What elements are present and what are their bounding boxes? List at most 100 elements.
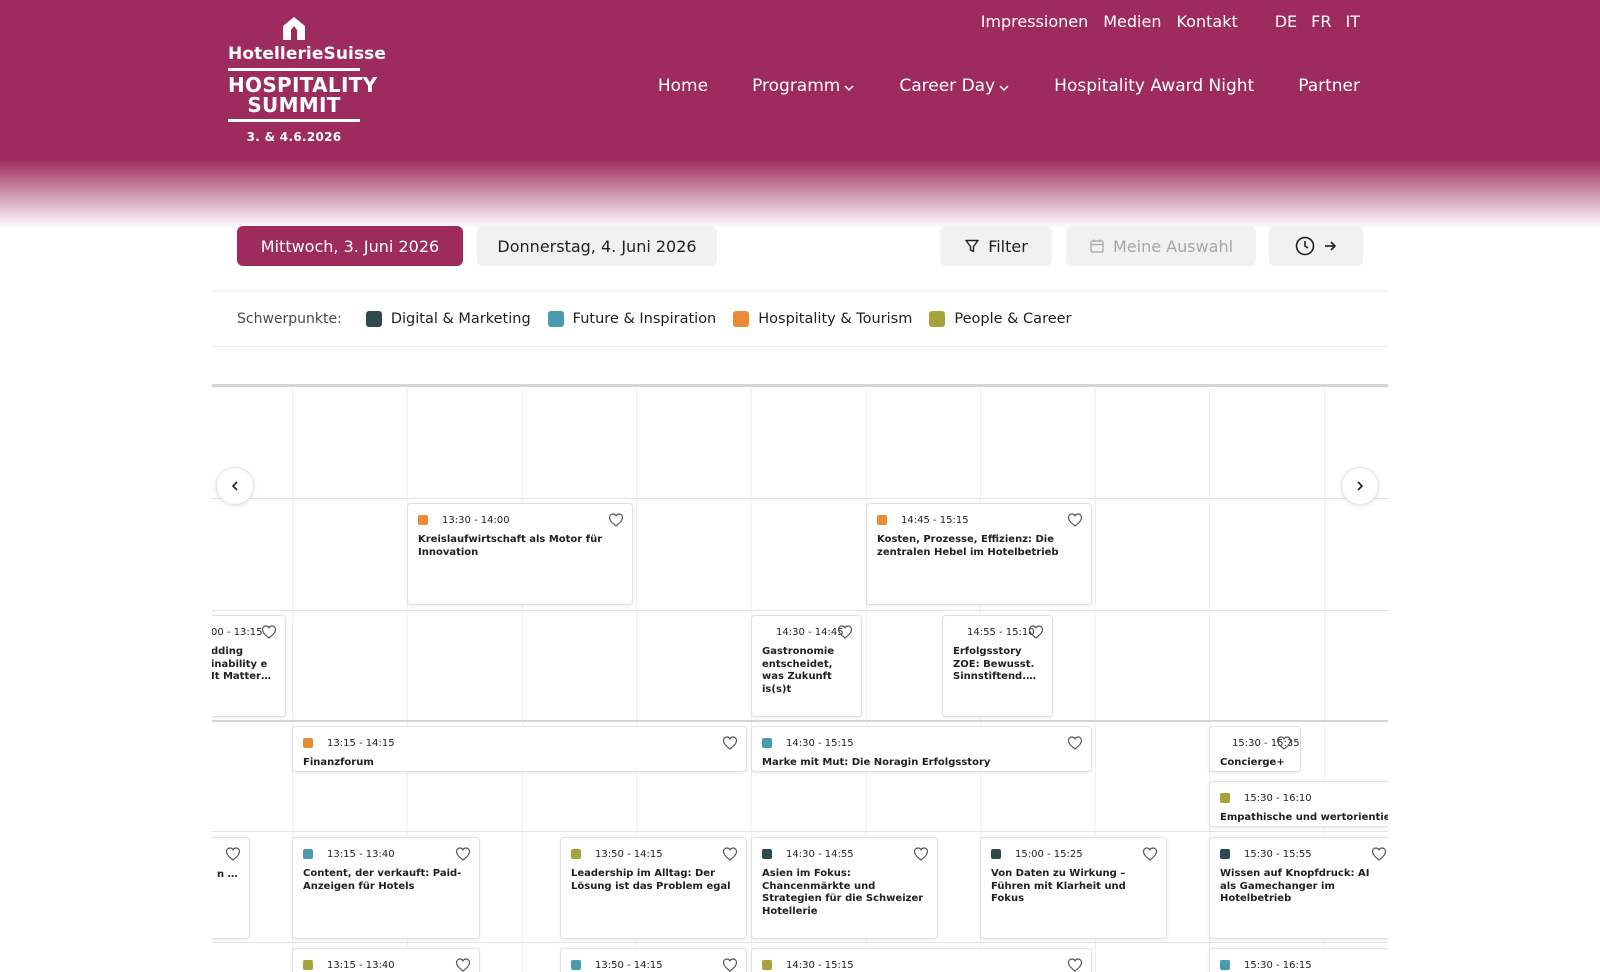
session-card[interactable]: 13:30 - 14:00 Kreislaufwirtschaft als Mo… bbox=[407, 503, 633, 605]
house-logo-icon bbox=[283, 17, 305, 40]
session-title: Erfolgsstory ZOE: Bewusst. Sinnstiftend.… bbox=[953, 646, 1037, 682]
session-card[interactable]: 15:00 - 15:25 Von Daten zu Wirkung – Füh… bbox=[980, 837, 1167, 939]
session-title: Finanzforum bbox=[303, 757, 374, 768]
session-time: 13:15 - 13:40 bbox=[327, 959, 395, 971]
timeline-top-bar bbox=[212, 384, 1388, 387]
nav-career-day[interactable]: Career Day bbox=[899, 76, 1010, 96]
nav-partner[interactable]: Partner bbox=[1298, 76, 1360, 96]
session-card[interactable]: 14:55 - 15:10 Erfolgsstory ZOE: Bewusst.… bbox=[942, 615, 1053, 717]
heart-icon[interactable] bbox=[1067, 512, 1083, 528]
legend-swatch bbox=[733, 311, 750, 327]
session-card[interactable]: 14:45 - 15:15 Kosten, Prozesse, Effizien… bbox=[866, 503, 1092, 605]
nav-home[interactable]: Home bbox=[658, 76, 708, 96]
session-time: 15:30 - 15:55 bbox=[1244, 848, 1312, 860]
nav-award-night[interactable]: Hospitality Award Night bbox=[1054, 76, 1254, 96]
session-title: Marke mit Mut: Die Noragin Erfolgsstory bbox=[762, 757, 991, 768]
my-selection-button[interactable]: Meine Auswahl bbox=[1066, 226, 1256, 266]
heart-icon[interactable] bbox=[722, 957, 738, 972]
session-card[interactable]: 00 - 13:15 dding inability e It Matter… bbox=[212, 615, 286, 717]
legend-future-inspiration: Future & Inspiration bbox=[547, 311, 717, 327]
chevron-down-icon bbox=[844, 84, 854, 91]
session-card[interactable]: 13:50 - 14:15 Leadership im Alltag: Der … bbox=[560, 837, 747, 939]
scroll-right-button[interactable] bbox=[1341, 467, 1379, 505]
logo-divider-bottom bbox=[228, 119, 360, 122]
heart-icon[interactable] bbox=[608, 512, 624, 528]
heart-icon[interactable] bbox=[1067, 735, 1083, 751]
session-card[interactable]: n … bbox=[212, 837, 250, 939]
session-card[interactable]: 15:30 - 16:15 bbox=[1209, 948, 1388, 972]
session-title: Leadership im Alltag: Der Lösung ist das… bbox=[571, 868, 731, 892]
session-time: 14:45 - 15:15 bbox=[901, 514, 969, 526]
heart-icon[interactable] bbox=[1276, 735, 1292, 751]
session-title: n … bbox=[217, 869, 238, 880]
session-card[interactable]: 15:30 - 16:10 Empathische und wertorient… bbox=[1209, 781, 1388, 827]
legend-people-career: People & Career bbox=[929, 311, 1072, 327]
session-time: 13:50 - 14:15 bbox=[595, 959, 663, 971]
grid-column-line bbox=[522, 387, 523, 972]
day-tab-wednesday[interactable]: Mittwoch, 3. Juni 2026 bbox=[237, 226, 463, 266]
nav-partner-label: Partner bbox=[1298, 76, 1360, 96]
heart-icon[interactable] bbox=[913, 846, 929, 862]
heart-icon[interactable] bbox=[455, 846, 471, 862]
lang-de[interactable]: DE bbox=[1268, 12, 1304, 31]
language-switcher: DE FR IT bbox=[1268, 12, 1360, 31]
program-timeline[interactable]: 13:30 - 14:00 Kreislaufwirtschaft als Mo… bbox=[212, 384, 1388, 972]
session-card[interactable]: 15:30 - 15:35 Concierge+ - bbox=[1209, 726, 1301, 772]
legend-swatch bbox=[365, 311, 382, 327]
session-card[interactable]: 13:15 - 14:15 Finanzforum bbox=[292, 726, 747, 772]
session-title: Asien im Fokus: Chancenmärkte und Strate… bbox=[762, 868, 924, 917]
heart-icon[interactable] bbox=[225, 846, 241, 862]
legend-item-label: Digital & Marketing bbox=[390, 311, 531, 327]
heart-icon[interactable] bbox=[1067, 957, 1083, 972]
legend-swatch bbox=[929, 311, 946, 327]
legend-swatch bbox=[547, 311, 564, 327]
session-card[interactable]: 13:15 - 13:40 Content, der verkauft: Pai… bbox=[292, 837, 480, 939]
topic-color-square bbox=[418, 515, 428, 525]
session-card[interactable]: 13:50 - 14:15 bbox=[560, 948, 747, 972]
legend-digital-marketing: Digital & Marketing bbox=[365, 311, 531, 327]
day-tab-thursday[interactable]: Donnerstag, 4. Juni 2026 bbox=[477, 226, 717, 266]
session-card[interactable]: 14:30 - 15:15 bbox=[751, 948, 1092, 972]
heart-icon[interactable] bbox=[837, 624, 853, 640]
topic-color-square bbox=[1220, 793, 1230, 803]
session-time: 13:15 - 13:40 bbox=[327, 848, 395, 860]
heart-icon[interactable] bbox=[261, 624, 277, 640]
session-card[interactable]: 15:30 - 15:55 Wissen auf Knopfdruck: AI … bbox=[1209, 837, 1388, 939]
heart-icon[interactable] bbox=[455, 957, 471, 972]
chevron-left-icon bbox=[231, 481, 238, 491]
jump-to-now-button[interactable] bbox=[1269, 226, 1363, 266]
topic-color-square bbox=[303, 849, 313, 859]
topnav-medien[interactable]: Medien bbox=[1103, 12, 1161, 31]
session-card[interactable]: 14:30 - 15:15 Marke mit Mut: Die Noragin… bbox=[751, 726, 1092, 772]
session-title: Gastronomie entscheidet, was Zukunft is(… bbox=[762, 646, 835, 695]
heart-icon[interactable] bbox=[1142, 846, 1158, 862]
heart-icon[interactable] bbox=[1371, 846, 1387, 862]
session-title: Content, der verkauft: Paid-Anzeigen für… bbox=[303, 868, 462, 892]
session-title: Kreislaufwirtschaft als Motor für Innova… bbox=[418, 534, 603, 558]
grid-row-line bbox=[212, 610, 1388, 611]
session-time: 14:30 - 14:45 bbox=[776, 626, 844, 638]
legend-item-label: Future & Inspiration bbox=[572, 311, 717, 327]
lang-it[interactable]: IT bbox=[1339, 12, 1361, 31]
site-logo[interactable]: HotellerieSuisse HOSPITALITY SUMMIT 3. &… bbox=[228, 14, 386, 144]
heart-icon[interactable] bbox=[722, 846, 738, 862]
nav-programm[interactable]: Programm bbox=[752, 76, 855, 96]
session-card[interactable]: 14:30 - 14:55 Asien im Fokus: Chancenmär… bbox=[751, 837, 938, 939]
session-time: 13:50 - 14:15 bbox=[595, 848, 663, 860]
chevron-right-icon bbox=[1357, 481, 1364, 491]
lang-fr[interactable]: FR bbox=[1304, 12, 1338, 31]
topnav-impressionen[interactable]: Impressionen bbox=[981, 12, 1089, 31]
heart-icon[interactable] bbox=[1028, 624, 1044, 640]
session-time: 15:30 - 16:10 bbox=[1244, 792, 1312, 804]
session-card[interactable]: 13:15 - 13:40 bbox=[292, 948, 480, 972]
session-time: 13:30 - 14:00 bbox=[442, 514, 510, 526]
nav-home-label: Home bbox=[657, 76, 709, 96]
filter-button[interactable]: Filter bbox=[940, 226, 1052, 266]
topic-color-square bbox=[877, 515, 887, 525]
session-card[interactable]: 14:30 - 14:45 Gastronomie entscheidet, w… bbox=[751, 615, 862, 717]
heart-icon[interactable] bbox=[722, 735, 738, 751]
filter-icon bbox=[965, 239, 979, 253]
scroll-left-button[interactable] bbox=[216, 467, 254, 505]
topic-color-square bbox=[762, 738, 772, 748]
topnav-kontakt[interactable]: Kontakt bbox=[1176, 12, 1237, 31]
